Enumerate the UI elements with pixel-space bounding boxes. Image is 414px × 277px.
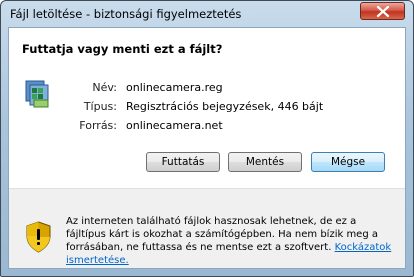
window-title: Fájl letöltése - biztonsági figyelmeztet…	[10, 7, 242, 21]
run-button[interactable]: Futtatás	[146, 152, 220, 172]
type-value: Regisztrációs bejegyzések, 446 bájt	[126, 100, 324, 113]
close-button[interactable]	[360, 2, 405, 20]
name-row: Név: onlinecamera.reg	[9, 81, 405, 95]
title-bar[interactable]: Fájl letöltése - biztonsági figyelmeztet…	[1, 1, 413, 27]
cancel-button[interactable]: Mégse	[311, 152, 385, 172]
dialog-window: Fájl letöltése - biztonsági figyelmeztet…	[0, 0, 414, 277]
close-icon	[376, 6, 390, 17]
type-label: Típus:	[83, 100, 117, 113]
type-row: Típus: Regisztrációs bejegyzések, 446 bá…	[9, 100, 405, 114]
dialog-question: Futtatja vagy menti ezt a fájlt?	[22, 42, 223, 56]
name-value: onlinecamera.reg	[126, 81, 223, 94]
save-button[interactable]: Mentés	[228, 152, 302, 172]
source-label: Forrás:	[79, 119, 117, 132]
name-label: Név:	[92, 81, 117, 94]
warning-message: Az interneten található fájlok hasznosak…	[66, 216, 378, 253]
source-row: Forrás: onlinecamera.net	[9, 119, 405, 133]
security-shield-icon	[26, 221, 51, 253]
dialog-body: Futtatja vagy menti ezt a fájlt? Név: on…	[8, 27, 406, 269]
source-value: onlinecamera.net	[126, 119, 223, 132]
security-warning-panel: Az interneten található fájlok hasznosak…	[9, 188, 405, 268]
security-warning-text: Az interneten található fájlok hasznosak…	[66, 215, 396, 267]
